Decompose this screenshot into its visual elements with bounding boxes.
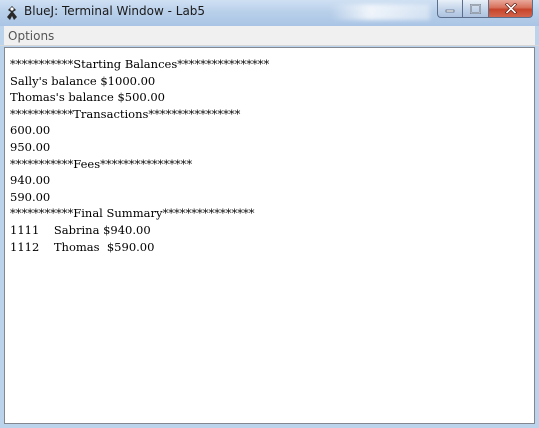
terminal-line: 940.00 bbox=[10, 173, 51, 188]
maximize-button[interactable] bbox=[463, 0, 489, 18]
terminal-line: 1112 Thomas $590.00 bbox=[10, 239, 155, 254]
minimize-button[interactable] bbox=[437, 0, 463, 18]
terminal-line: 600.00 bbox=[10, 123, 51, 138]
close-icon bbox=[504, 3, 517, 14]
title-bar-glass-highlight bbox=[330, 4, 430, 20]
window-title: BlueJ: Terminal Window - Lab5 bbox=[24, 4, 206, 18]
menu-options[interactable]: Options bbox=[8, 29, 54, 43]
maximize-icon bbox=[470, 3, 481, 14]
terminal-line: 1111 Sabrina $940.00 bbox=[10, 222, 151, 237]
terminal-line: ***********Starting Balances************… bbox=[10, 57, 270, 71]
window-bottom-border[interactable] bbox=[0, 424, 539, 428]
title-bar[interactable]: BlueJ: Terminal Window - Lab5 bbox=[0, 0, 539, 26]
terminal-line: ***********Final Summary**************** bbox=[10, 206, 255, 221]
terminal-line: ***********Fees**************** bbox=[10, 156, 193, 171]
terminal-lines: ***********Starting Balances************… bbox=[10, 56, 269, 255]
terminal-line: ***********Transactions**************** bbox=[10, 106, 241, 121]
terminal-line: Thomas's balance $500.00 bbox=[10, 90, 165, 105]
terminal-line: 950.00 bbox=[10, 139, 51, 154]
terminal-line: Sally's balance $1000.00 bbox=[10, 73, 156, 88]
bluej-icon[interactable] bbox=[4, 5, 20, 21]
terminal-line: 590.00 bbox=[10, 189, 51, 204]
terminal-window: BlueJ: Terminal Window - Lab5 Options **… bbox=[0, 0, 539, 428]
caption-buttons bbox=[437, 0, 533, 18]
close-button[interactable] bbox=[489, 0, 533, 18]
minimize-icon bbox=[445, 9, 455, 12]
menu-bar: Options bbox=[0, 26, 539, 46]
terminal-output-area[interactable]: ***********Starting Balances************… bbox=[4, 47, 535, 424]
